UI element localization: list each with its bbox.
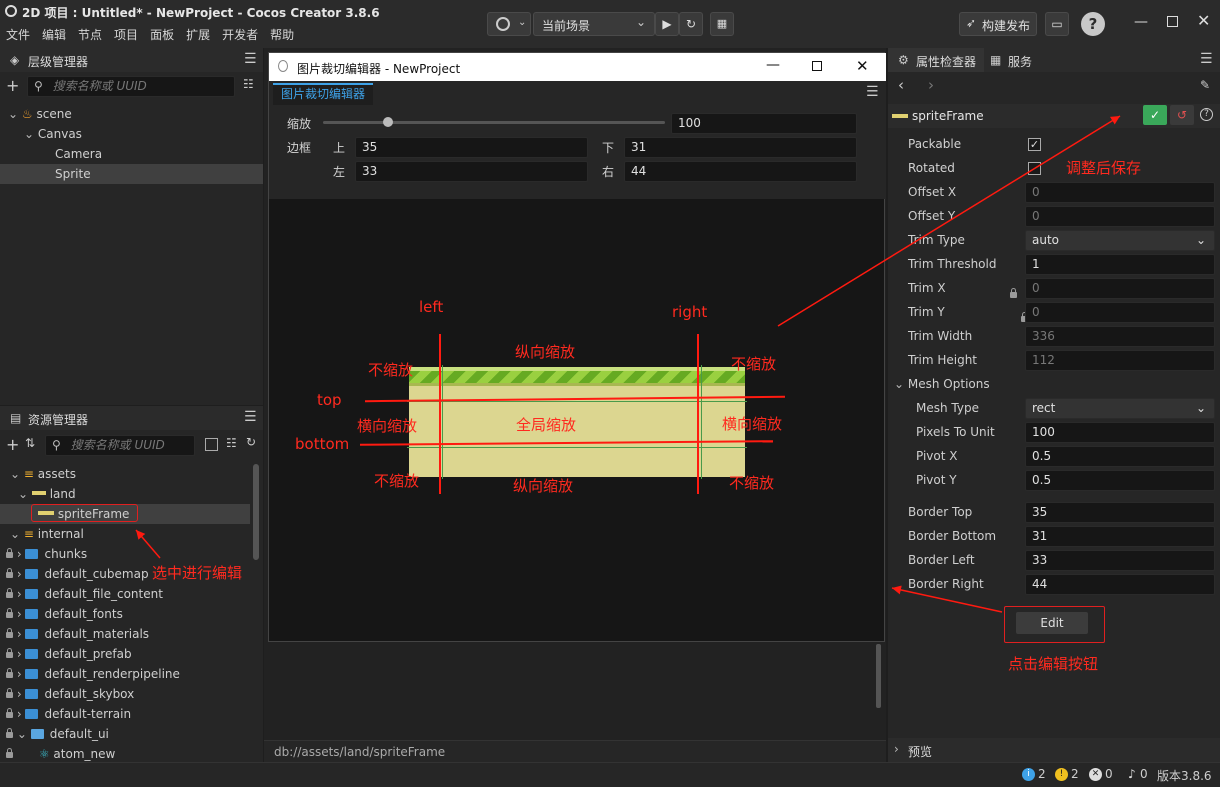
arrow-to-apply xyxy=(777,115,1121,327)
annotation-arrows xyxy=(135,115,1121,613)
arrow-to-spriteframe xyxy=(135,529,161,559)
arrow-to-inspector xyxy=(891,585,1003,613)
